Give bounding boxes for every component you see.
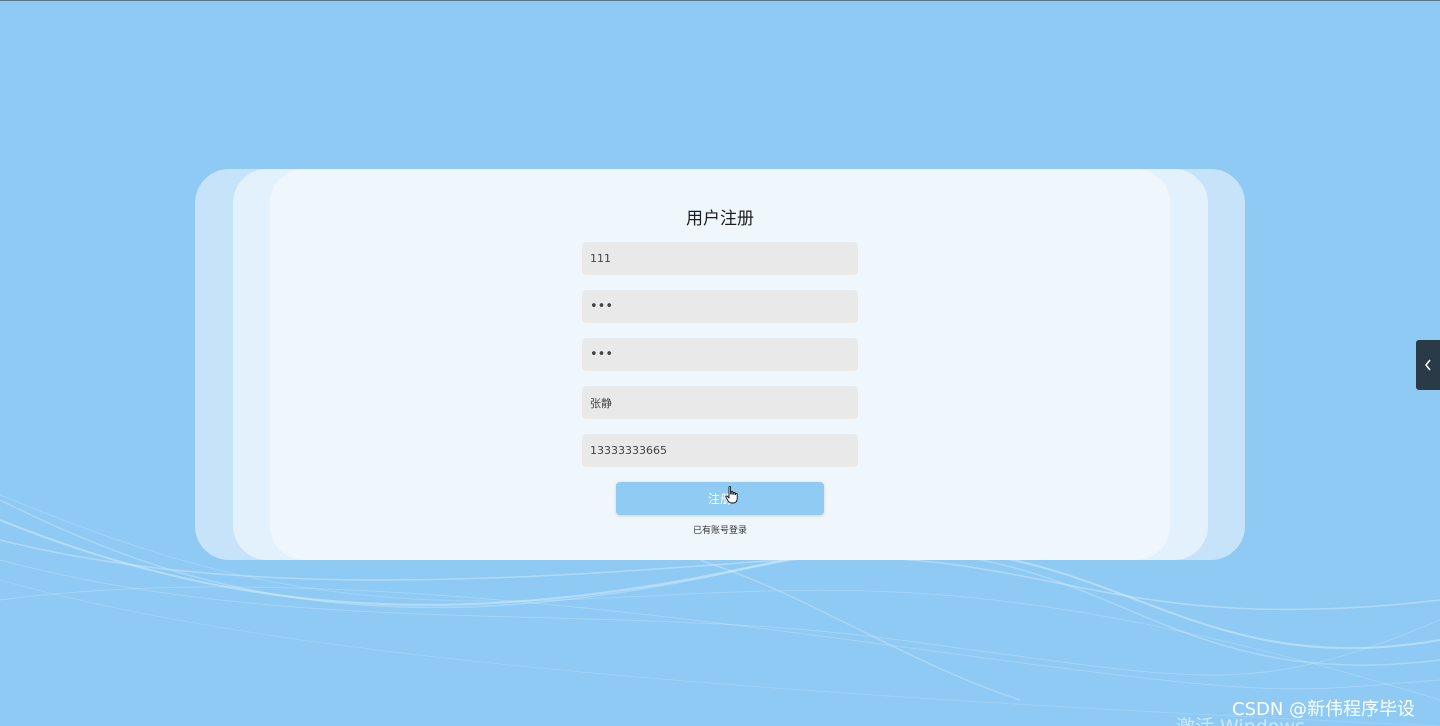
username-input[interactable] [582,242,858,275]
name-input[interactable] [582,386,858,419]
register-button[interactable]: 注册 [616,482,824,515]
chevron-left-icon [1425,359,1431,371]
csdn-watermark: CSDN @新伟程序毕设 [1232,699,1416,720]
side-panel-toggle[interactable] [1416,340,1440,390]
confirm-password-input[interactable] [582,338,858,371]
phone-input[interactable] [582,434,858,467]
page-title: 用户注册 [686,209,754,229]
hand-cursor-icon [725,486,738,504]
login-link[interactable]: 已有账号登录 [620,523,820,536]
password-input[interactable] [582,290,858,323]
